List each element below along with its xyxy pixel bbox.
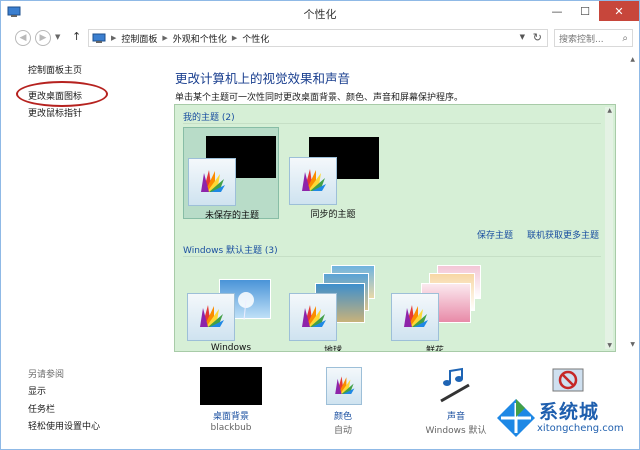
setting-value: blackbub — [210, 423, 252, 433]
color-palette-icon — [326, 367, 362, 405]
search-input[interactable]: 搜索控制... — [559, 32, 622, 45]
color-palette-icon — [188, 158, 236, 206]
setting-label[interactable]: 颜色 — [298, 409, 388, 422]
color-setting[interactable]: 颜色 自动 — [298, 363, 388, 443]
window-scroll-up-icon[interactable]: ▲ — [630, 56, 635, 63]
desktop-background-thumbnail — [200, 367, 262, 405]
page-description: 单击某个主题可一次性同时更改桌面背景、颜色、声音和屏幕保护程序。 — [175, 93, 464, 103]
address-dropdown-icon[interactable]: ▼ — [520, 33, 525, 41]
scroll-down-arrow-icon[interactable]: ▼ — [607, 342, 612, 349]
page-title: 更改计算机上的视觉效果和声音 — [175, 71, 351, 86]
recent-locations-dropdown[interactable]: ▼ — [55, 33, 60, 41]
theme-earth[interactable]: 地球 — [285, 261, 381, 352]
default-themes-heading: Windows 默认主题 (3) — [183, 246, 278, 256]
scroll-up-arrow-icon[interactable]: ▲ — [607, 107, 612, 114]
close-button[interactable]: ✕ — [599, 1, 639, 21]
music-notes-icon — [440, 367, 470, 403]
theme-label: 鲜花 — [425, 346, 444, 352]
get-more-themes-link[interactable]: 联机获取更多主题 — [527, 228, 599, 241]
link-ease-of-access[interactable]: 轻松使用设置中心 — [28, 419, 100, 432]
breadcrumb-separator: ▶ — [111, 34, 117, 42]
minimize-button[interactable]: — — [543, 1, 571, 21]
link-display[interactable]: 显示 — [28, 384, 46, 397]
maximize-button[interactable]: ☐ — [571, 1, 599, 21]
breadcrumb-appearance[interactable]: 外观和个性化 — [173, 32, 227, 45]
control-panel-icon — [92, 33, 106, 43]
color-palette-icon — [289, 293, 337, 341]
link-change-mouse-pointer[interactable]: 更改鼠标指针 — [28, 106, 82, 119]
theme-label: 未保存的主题 — [204, 211, 259, 221]
search-box[interactable]: 搜索控制... ⌕ — [554, 29, 633, 47]
refresh-icon[interactable]: ↻ — [533, 31, 542, 44]
desktop-background-setting[interactable]: 桌面背景 blackbub — [186, 363, 276, 443]
color-palette-icon — [187, 293, 235, 341]
watermark-url: xitongcheng.com — [537, 423, 624, 434]
save-theme-link[interactable]: 保存主题 — [477, 228, 513, 241]
link-control-panel-home[interactable]: 控制面板主页 — [28, 63, 82, 76]
up-button[interactable]: ↑ — [72, 30, 81, 43]
setting-value: Windows 默认 — [425, 426, 487, 436]
theme-label: 同步的主题 — [310, 210, 356, 220]
theme-synced[interactable]: 同步的主题 — [285, 127, 381, 220]
highlight-circle — [16, 81, 108, 107]
breadcrumb-personalization[interactable]: 个性化 — [242, 32, 269, 45]
windows-logo-icon — [497, 399, 535, 437]
my-themes-heading: 我的主题 (2) — [183, 113, 235, 123]
breadcrumb-separator[interactable]: ▶ — [232, 34, 237, 42]
setting-value: 自动 — [333, 426, 352, 436]
window-scroll-down-icon[interactable]: ▼ — [630, 341, 635, 348]
color-palette-icon — [289, 157, 337, 205]
forward-button[interactable]: ▶ — [35, 30, 51, 46]
setting-label[interactable]: 桌面背景 — [186, 409, 276, 422]
watermark-text: 系统城 — [539, 401, 600, 423]
title-bar: 个性化 — ☐ ✕ — [1, 1, 639, 25]
theme-list: 我的主题 (2) 未保存的主题 同步的主题 保存主题 联机获取更多主题 Wind… — [174, 104, 616, 352]
link-taskbar[interactable]: 任务栏 — [28, 402, 55, 415]
see-also-title: 另请参阅 — [28, 370, 65, 380]
personalization-window: 个性化 — ☐ ✕ ◀ ▶ ▼ ↑ ▶ 控制面板 ▶ 外观和个性化 ▶ 个性化 … — [0, 0, 640, 450]
back-button[interactable]: ◀ — [15, 30, 31, 46]
address-field[interactable]: ▶ 控制面板 ▶ 外观和个性化 ▶ 个性化 ▼ ↻ — [88, 29, 548, 47]
setting-label[interactable]: 声音 — [411, 409, 501, 422]
breadcrumb-control-panel[interactable]: 控制面板 — [121, 32, 157, 45]
divider — [183, 256, 601, 257]
address-bar-row: ◀ ▶ ▼ ↑ ▶ 控制面板 ▶ 外观和个性化 ▶ 个性化 ▼ ↻ 搜索控制..… — [1, 27, 639, 49]
site-watermark: 系统城 xitongcheng.com — [493, 395, 637, 447]
theme-label: 地球 — [323, 346, 342, 352]
sound-setting[interactable]: 声音 Windows 默认 — [411, 363, 501, 443]
theme-flowers[interactable]: 鲜花 — [387, 261, 483, 352]
breadcrumb-separator[interactable]: ▶ — [162, 34, 167, 42]
theme-label: Windows — [210, 343, 252, 352]
theme-unsaved[interactable]: 未保存的主题 — [183, 127, 279, 221]
divider — [183, 123, 601, 124]
theme-list-scrollbar[interactable] — [605, 107, 613, 349]
search-icon[interactable]: ⌕ — [622, 33, 628, 44]
theme-windows[interactable]: Windows — [183, 261, 279, 352]
color-palette-icon — [391, 293, 439, 341]
